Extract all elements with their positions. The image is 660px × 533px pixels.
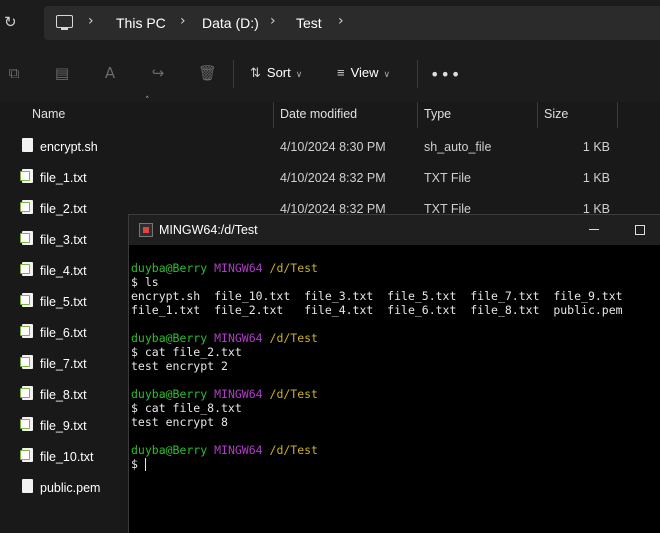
file-name: file_10.txt bbox=[40, 450, 94, 464]
column-header: ˄ Name Date modified Type Size bbox=[0, 96, 660, 128]
terminal-output[interactable]: duyba@Berry MINGW64 /d/Test $ ls encrypt… bbox=[131, 261, 623, 471]
text-file-icon bbox=[20, 231, 33, 245]
file-size: 1 KB bbox=[582, 171, 610, 185]
divider bbox=[233, 60, 234, 88]
command-line: $ bbox=[131, 457, 145, 471]
file-name: file_4.txt bbox=[40, 264, 87, 278]
column-date-modified[interactable]: Date modified bbox=[280, 107, 357, 121]
sort-ascending-icon: ˄ bbox=[145, 96, 150, 106]
paste-icon[interactable]: ▤ bbox=[54, 65, 70, 81]
file-size: 1 KB bbox=[582, 140, 610, 154]
prompt-user: duyba@Berry bbox=[131, 331, 208, 345]
sort-label: Sort bbox=[266, 65, 291, 80]
computer-icon bbox=[56, 15, 73, 30]
text-cursor bbox=[144, 458, 146, 471]
file-icon bbox=[22, 138, 33, 152]
sort-button[interactable]: ⇅ Sort ∨ bbox=[250, 65, 302, 81]
view-label: View bbox=[350, 65, 379, 80]
file-name: file_3.txt bbox=[40, 233, 87, 247]
chevron-down-icon: ∨ bbox=[383, 69, 391, 79]
breadcrumb[interactable]: › This PC › Data (D:) › Test › bbox=[44, 6, 660, 40]
file-name: file_9.txt bbox=[40, 419, 87, 433]
terminal-window[interactable]: MINGW64:/d/Test duyba@Berry MINGW64 /d/T… bbox=[128, 214, 660, 533]
crumb-this-pc[interactable]: This PC bbox=[116, 15, 166, 31]
terminal-title-bar[interactable]: MINGW64:/d/Test bbox=[129, 215, 660, 245]
prompt-host: MINGW64 bbox=[214, 387, 263, 401]
sort-icon: ⇅ bbox=[250, 65, 261, 80]
file-name: file_7.txt bbox=[40, 357, 87, 371]
divider bbox=[417, 60, 418, 88]
text-file-icon bbox=[20, 355, 33, 369]
output-line: test encrypt 8 bbox=[131, 415, 228, 429]
file-type: sh_auto_file bbox=[424, 140, 492, 154]
file-name: file_6.txt bbox=[40, 326, 87, 340]
terminal-title: MINGW64:/d/Test bbox=[159, 223, 258, 237]
command-line: $ cat file_2.txt bbox=[131, 345, 242, 359]
chevron-down-icon: ∨ bbox=[295, 69, 303, 79]
file-date: 4/10/2024 8:30 PM bbox=[280, 140, 386, 154]
more-options-icon[interactable]: ••• bbox=[430, 65, 461, 84]
refresh-icon[interactable]: ↻ bbox=[4, 13, 22, 31]
file-date: 4/10/2024 8:32 PM bbox=[280, 171, 386, 185]
column-name[interactable]: Name bbox=[32, 107, 65, 121]
chevron-right-icon[interactable]: › bbox=[270, 13, 276, 29]
file-name: file_2.txt bbox=[40, 202, 87, 216]
address-bar-area: ↻ › This PC › Data (D:) › Test › bbox=[0, 0, 660, 46]
text-file-icon bbox=[20, 386, 33, 400]
chevron-right-icon[interactable]: › bbox=[338, 13, 344, 29]
file-name: public.pem bbox=[40, 481, 101, 495]
column-type[interactable]: Type bbox=[424, 107, 451, 121]
prompt-user: duyba@Berry bbox=[131, 443, 208, 457]
view-icon: ≡ bbox=[337, 65, 345, 80]
text-file-icon bbox=[20, 448, 33, 462]
command-line: $ cat file_8.txt bbox=[131, 401, 242, 415]
prompt-host: MINGW64 bbox=[214, 331, 263, 345]
prompt-path: /d/Test bbox=[269, 443, 318, 457]
prompt-host: MINGW64 bbox=[214, 443, 263, 457]
command-bar: ⧉ ▤ A ↪ 🗑 ⇅ Sort ∨ ≡ View ∨ ••• bbox=[0, 46, 660, 103]
file-name: file_1.txt bbox=[40, 171, 87, 185]
maximize-icon[interactable] bbox=[635, 225, 645, 235]
prompt-user: duyba@Berry bbox=[131, 261, 208, 275]
column-divider[interactable] bbox=[537, 102, 538, 128]
file-row[interactable]: encrypt.sh 4/10/2024 8:30 PM sh_auto_fil… bbox=[0, 131, 660, 162]
minimize-icon[interactable] bbox=[589, 229, 599, 230]
chevron-right-icon[interactable]: › bbox=[88, 13, 94, 29]
text-file-icon bbox=[20, 417, 33, 431]
prompt-path: /d/Test bbox=[269, 387, 318, 401]
prompt-path: /d/Test bbox=[269, 261, 318, 275]
file-icon bbox=[22, 479, 33, 493]
file-name: file_8.txt bbox=[40, 388, 87, 402]
git-bash-icon bbox=[139, 223, 153, 237]
prompt-host: MINGW64 bbox=[214, 261, 263, 275]
share-icon[interactable]: ↪ bbox=[150, 65, 166, 81]
command-line: $ ls bbox=[131, 275, 159, 289]
output-line: test encrypt 2 bbox=[131, 359, 228, 373]
crumb-test[interactable]: Test bbox=[296, 15, 322, 31]
text-file-icon bbox=[20, 200, 33, 214]
column-size[interactable]: Size bbox=[544, 107, 568, 121]
text-file-icon bbox=[20, 169, 33, 183]
prompt-user: duyba@Berry bbox=[131, 387, 208, 401]
rename-icon[interactable]: A bbox=[102, 65, 118, 81]
crumb-data-d[interactable]: Data (D:) bbox=[202, 15, 259, 31]
text-file-icon bbox=[20, 324, 33, 338]
column-divider[interactable] bbox=[273, 102, 274, 128]
output-line: encrypt.sh file_10.txt file_3.txt file_5… bbox=[131, 289, 623, 303]
text-file-icon bbox=[20, 262, 33, 276]
column-divider[interactable] bbox=[617, 102, 618, 128]
copy-icon[interactable]: ⧉ bbox=[6, 65, 22, 81]
output-line: file_1.txt file_2.txt file_4.txt file_6.… bbox=[131, 303, 623, 317]
file-row[interactable]: file_1.txt 4/10/2024 8:32 PM TXT File 1 … bbox=[0, 162, 660, 193]
view-button[interactable]: ≡ View ∨ bbox=[337, 65, 390, 80]
chevron-right-icon[interactable]: › bbox=[180, 13, 186, 29]
file-type: TXT File bbox=[424, 171, 471, 185]
file-name: file_5.txt bbox=[40, 295, 87, 309]
prompt-path: /d/Test bbox=[269, 331, 318, 345]
text-file-icon bbox=[20, 293, 33, 307]
file-name: encrypt.sh bbox=[40, 140, 98, 154]
column-divider[interactable] bbox=[417, 102, 418, 128]
delete-icon[interactable]: 🗑 bbox=[198, 65, 217, 81]
